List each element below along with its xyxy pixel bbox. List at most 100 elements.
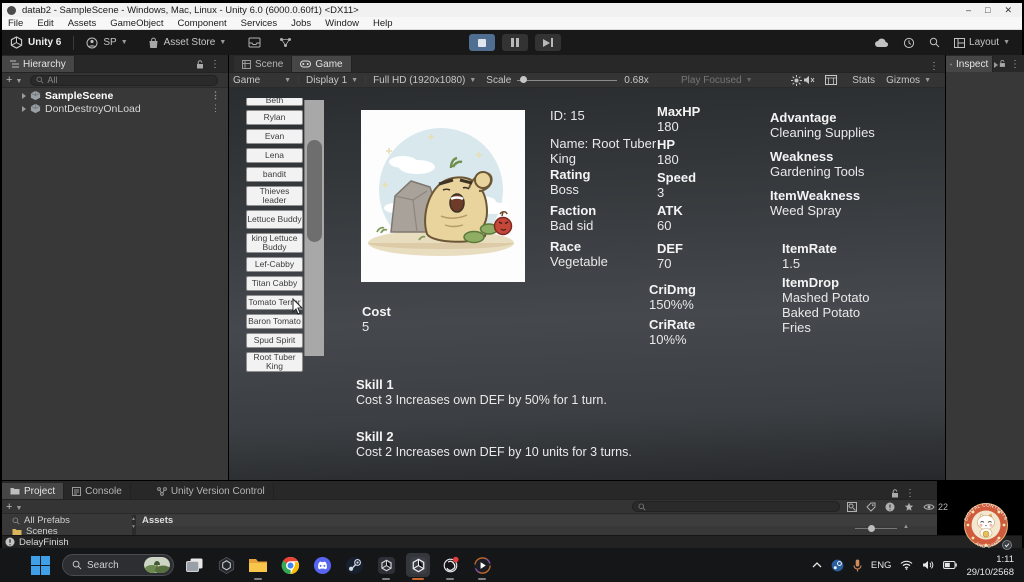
project-search-input[interactable] [632, 501, 840, 512]
favorites-star-icon[interactable] [904, 502, 914, 512]
assets-header[interactable]: Assets [136, 515, 937, 526]
search-icon[interactable] [929, 37, 940, 48]
tab-game[interactable]: Game [292, 56, 351, 72]
gizmos-dropdown[interactable]: Gizmos▼ [886, 75, 931, 86]
app-chrome[interactable] [278, 553, 302, 577]
app-capture[interactable] [470, 553, 494, 577]
visibility-counter[interactable]: 22 [923, 502, 948, 512]
tab-inspector[interactable]: Inspect [946, 56, 993, 72]
minimize-button[interactable]: – [966, 5, 971, 16]
asset-store-dropdown[interactable]: Asset Store▼ [164, 37, 227, 48]
hierarchy-item-samplescene[interactable]: SampleScene ⋮ [2, 89, 228, 102]
step-button[interactable] [535, 34, 561, 51]
lock-icon[interactable] [999, 59, 1006, 68]
hierarchy-search-input[interactable]: All [30, 75, 218, 86]
project-kebab-icon[interactable]: ⋮ [901, 488, 919, 499]
menu-component[interactable]: Component [178, 18, 227, 29]
tab-unity-version-control[interactable]: Unity Version Control [149, 483, 274, 499]
tray-microphone-icon[interactable] [853, 559, 862, 572]
app-file-explorer[interactable] [246, 553, 270, 577]
lock-icon[interactable] [891, 489, 899, 498]
alert-icon[interactable] [885, 502, 895, 512]
account-dropdown[interactable]: SP▼ [103, 37, 127, 48]
thumbnail-slider-knob[interactable] [868, 525, 875, 532]
layout-dropdown[interactable]: Layout▼ [954, 37, 1010, 48]
character-button-rylan[interactable]: Rylan [246, 110, 303, 125]
app-obs[interactable] [438, 553, 462, 577]
character-button-baron-tomato[interactable]: Baron Tomato [246, 314, 303, 329]
character-button-lef-cabby[interactable]: Lef-Cabby [246, 257, 303, 272]
stats-toggle[interactable]: Stats [852, 75, 875, 86]
scale-slider-knob[interactable] [520, 76, 527, 83]
thumbnail-size-slider[interactable] [855, 528, 897, 529]
character-button-spud-spirit[interactable]: Spud Spirit [246, 333, 303, 348]
mute-audio-icon[interactable] [803, 75, 815, 85]
cloud-icon[interactable] [874, 38, 889, 48]
project-favorites-all-prefabs[interactable]: All Prefabs [2, 515, 132, 526]
character-button-root-tuber-king[interactable]: Root Tuber King [246, 352, 303, 372]
taskbar-clock[interactable]: 1:11 29/10/2568 [966, 552, 1014, 578]
scrollbar-thumb[interactable] [307, 140, 322, 242]
menu-edit[interactable]: Edit [37, 18, 53, 29]
menu-help[interactable]: Help [373, 18, 393, 29]
menu-services[interactable]: Services [241, 18, 277, 29]
play-focused-dropdown[interactable]: Play Focused▼ [681, 75, 753, 86]
play-button[interactable] [469, 34, 495, 51]
search-by-label-icon[interactable] [866, 502, 876, 512]
search-highlight-image[interactable] [144, 557, 170, 573]
services-connect-icon[interactable] [279, 37, 292, 48]
maximize-button[interactable]: □ [985, 5, 990, 16]
tray-chevron-icon[interactable] [812, 562, 822, 568]
app-unity-cube[interactable] [374, 553, 398, 577]
character-button-bandit[interactable]: bandit [246, 167, 303, 182]
tray-steam-icon[interactable] [831, 559, 844, 572]
app-discord[interactable] [310, 553, 334, 577]
tab-hierarchy[interactable]: Hierarchy [2, 56, 75, 72]
history-icon[interactable] [903, 37, 915, 49]
tab-scene[interactable]: Scene [234, 56, 292, 72]
slider-arrow-icon[interactable]: ▲ [903, 524, 909, 530]
character-button-lettuce-buddy[interactable]: Lettuce Buddy [246, 210, 303, 229]
app-steam[interactable] [342, 553, 366, 577]
project-add-button[interactable]: + ▼ [6, 501, 22, 513]
inspector-kebab-icon[interactable]: ⋮ [1006, 59, 1024, 70]
battery-icon[interactable] [943, 561, 957, 569]
status-message[interactable]: DelayFinish [19, 537, 69, 548]
menu-window[interactable]: Window [325, 18, 359, 29]
vsync-burst-icon[interactable] [791, 75, 802, 86]
game-panel-kebab-icon[interactable]: ⋮ [925, 61, 945, 72]
app-unity-editor-active[interactable] [406, 553, 430, 577]
tab-project[interactable]: Project [2, 483, 64, 499]
speaker-icon[interactable] [922, 560, 934, 570]
tab-scroll-arrow-icon[interactable] [994, 62, 998, 68]
expand-arrow-icon[interactable] [22, 93, 26, 99]
task-view-button[interactable] [182, 553, 206, 577]
menu-gameobject[interactable]: GameObject [110, 18, 163, 29]
character-list-scrollbar[interactable] [304, 100, 324, 356]
character-button-king-lettuce-buddy[interactable]: king Lettuce Buddy [246, 233, 303, 253]
taskbar-search[interactable]: Search [62, 554, 174, 576]
row-kebab-icon[interactable]: ⋮ [211, 90, 220, 101]
package-manager-icon[interactable] [248, 37, 261, 48]
character-button-evan[interactable]: Evan [246, 129, 303, 144]
hierarchy-add-button[interactable]: + ▼ [6, 74, 22, 86]
resolution-dropdown[interactable]: Full HD (1920x1080)▼ [373, 75, 476, 86]
row-kebab-icon[interactable]: ⋮ [211, 103, 220, 114]
scale-slider[interactable] [517, 75, 617, 85]
display-dropdown[interactable]: Display 1▼ [306, 75, 358, 86]
vfx-graph-icon[interactable] [825, 75, 837, 85]
app-unity-hub[interactable] [214, 553, 238, 577]
pause-button[interactable] [502, 34, 528, 51]
wifi-icon[interactable] [900, 560, 913, 570]
hierarchy-menu-kebab-icon[interactable]: ⋮ [206, 59, 224, 70]
character-button-titan-cabby[interactable]: Titan Cabby [246, 276, 303, 291]
start-button[interactable] [30, 555, 50, 575]
character-button-lena[interactable]: Lena [246, 148, 303, 163]
menu-file[interactable]: File [8, 18, 23, 29]
menu-jobs[interactable]: Jobs [291, 18, 311, 29]
character-button-thieves-leader[interactable]: Thieves leader [246, 186, 303, 206]
search-by-type-icon[interactable] [847, 502, 857, 512]
game-mode-dropdown[interactable]: Game▼ [233, 75, 291, 86]
menu-assets[interactable]: Assets [68, 18, 97, 29]
lock-icon[interactable] [196, 60, 204, 69]
